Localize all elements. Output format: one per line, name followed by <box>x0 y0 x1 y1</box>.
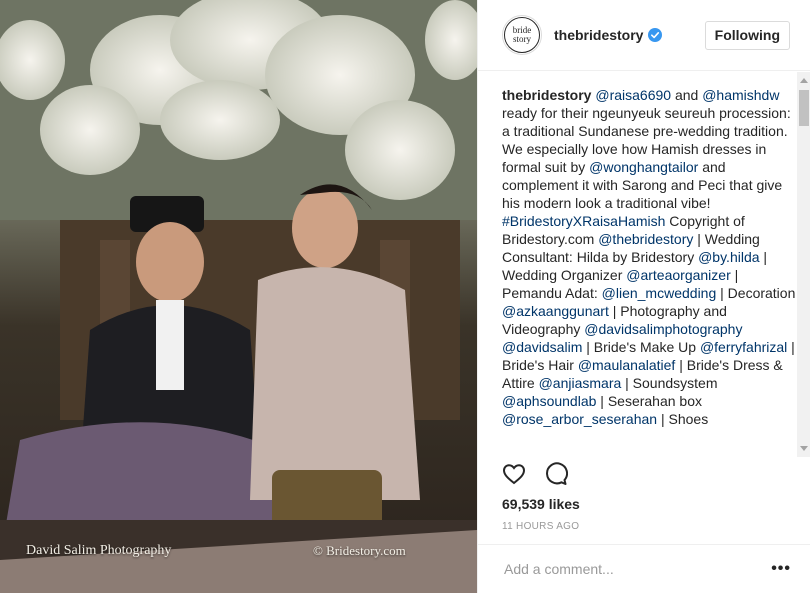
caption-mention-link[interactable]: @maulanalatief <box>578 357 676 373</box>
username[interactable]: thebridestory <box>554 27 643 43</box>
more-options-button[interactable]: ••• <box>771 560 791 578</box>
comment-input[interactable] <box>502 560 772 578</box>
caption-mention-link[interactable]: @davidsalimphotography <box>584 321 742 337</box>
caption-mention-link[interactable]: @arteaorganizer <box>626 267 731 283</box>
caption-scrollbar[interactable] <box>797 72 810 457</box>
caption-scroll-area[interactable]: thebridestory @raisa6690 and @hamishdw r… <box>478 72 810 457</box>
caption-mention-link[interactable]: @davidsalim <box>502 339 582 355</box>
heart-icon[interactable] <box>502 462 526 486</box>
comment-icon[interactable] <box>544 462 568 486</box>
comment-bar: ••• <box>478 544 810 593</box>
post-timestamp[interactable]: 11 HOURS AGO <box>502 521 579 532</box>
caption-text: | Decoration <box>716 285 796 301</box>
post-actions <box>502 462 568 486</box>
caption-text: | Seserahan box <box>596 393 703 409</box>
post-sidebar: bride story thebridestory Following theb… <box>477 0 810 593</box>
avatar[interactable]: bride story <box>502 15 542 55</box>
caption-mention-link[interactable]: @hamishdw <box>702 87 779 103</box>
wedding-photo-illustration <box>0 0 477 593</box>
caption-mention-link[interactable]: @wonghangtailor <box>589 159 698 175</box>
scroll-up-arrow-icon[interactable] <box>800 78 808 83</box>
caption-mention-link[interactable]: @raisa6690 <box>595 87 671 103</box>
caption-hashtag-link[interactable]: #BridestoryXRaisaHamish <box>502 213 665 229</box>
caption-text: | Bride's Make Up <box>582 339 700 355</box>
post-header: bride story thebridestory Following <box>478 0 810 71</box>
caption-text: | Shoes <box>657 411 709 427</box>
caption-mention-link[interactable]: @anjiasmara <box>539 375 622 391</box>
instagram-post: David Salim Photography © Bridestory.com… <box>0 0 810 593</box>
scroll-down-arrow-icon[interactable] <box>800 446 808 451</box>
caption-mention-link[interactable]: @lien_mcwedding <box>602 285 717 301</box>
likes-count[interactable]: 69,539 likes <box>502 496 580 512</box>
copyright-watermark: © Bridestory.com <box>313 543 406 558</box>
post-caption: thebridestory @raisa6690 and @hamishdw r… <box>502 86 796 428</box>
caption-username[interactable]: thebridestory <box>502 87 591 103</box>
caption-mention-link[interactable]: @aphsoundlab <box>502 393 596 409</box>
post-photo[interactable]: David Salim Photography © Bridestory.com <box>0 0 477 593</box>
caption-text: | Soundsystem <box>621 375 718 391</box>
caption-mention-link[interactable]: @ferryfahrizal <box>700 339 787 355</box>
verified-badge-icon <box>648 28 663 42</box>
caption-mention-link[interactable]: @by.hilda <box>698 249 759 265</box>
following-button[interactable]: Following <box>704 20 790 50</box>
caption-mention-link[interactable]: @thebridestory <box>598 231 693 247</box>
scrollbar-thumb[interactable] <box>799 90 809 126</box>
caption-text: and <box>671 87 703 103</box>
photographer-watermark: David Salim Photography <box>26 543 172 558</box>
caption-mention-link[interactable]: @azkaanggunart <box>502 303 609 319</box>
caption-mention-link[interactable]: @rose_arbor_seserahan <box>502 411 657 427</box>
avatar-logo: bride story <box>504 17 540 53</box>
